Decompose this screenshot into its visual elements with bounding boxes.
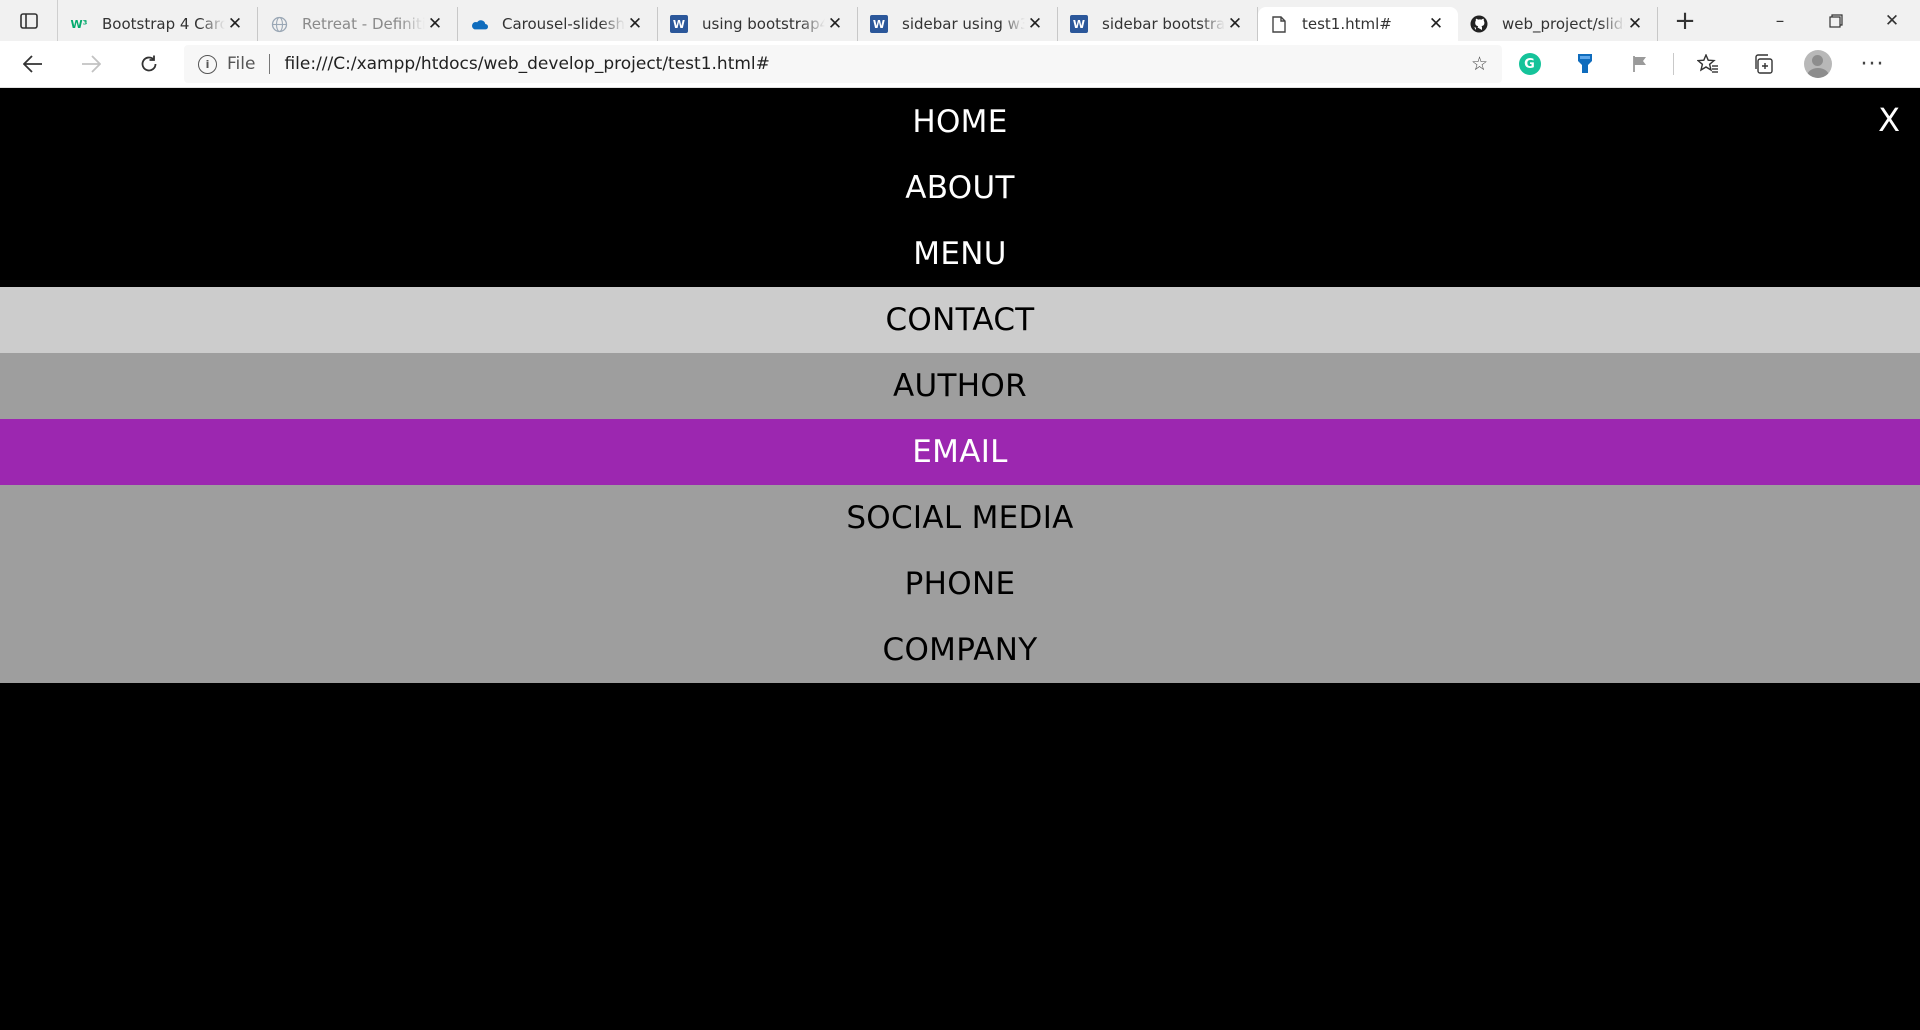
close-tab-icon[interactable]: ✕ bbox=[1025, 14, 1045, 34]
menu-item-author[interactable]: AUTHOR bbox=[0, 353, 1920, 419]
tab-actions-button[interactable] bbox=[0, 0, 58, 41]
tab-1[interactable]: Retreat - Definitic ✕ bbox=[258, 7, 458, 41]
menu-item-about[interactable]: ABOUT bbox=[0, 155, 1920, 221]
close-window-icon[interactable]: ✕ bbox=[1864, 0, 1920, 41]
back-button[interactable] bbox=[8, 44, 58, 84]
tab-2[interactable]: Carousel-slidesho ✕ bbox=[458, 7, 658, 41]
favorites-icon bbox=[1696, 54, 1718, 73]
tab-title: Retreat - Definitic bbox=[302, 15, 425, 33]
grammarly-extension[interactable]: G bbox=[1502, 44, 1557, 84]
info-icon[interactable]: i bbox=[198, 54, 217, 74]
collections-button[interactable] bbox=[1735, 44, 1790, 84]
menu-item-home[interactable]: HOME bbox=[0, 89, 1920, 155]
close-tab-icon[interactable]: ✕ bbox=[425, 14, 445, 34]
close-tab-icon[interactable]: ✕ bbox=[1426, 14, 1446, 34]
close-tab-icon[interactable]: ✕ bbox=[1225, 14, 1245, 34]
file-icon bbox=[1270, 15, 1288, 33]
address-bar[interactable]: i File file:///C:/xampp/htdocs/web_devel… bbox=[184, 45, 1502, 83]
tab-actions-icon bbox=[19, 12, 38, 29]
restore-icon[interactable] bbox=[1808, 0, 1864, 41]
tab-title: Carousel-slidesho bbox=[502, 15, 625, 33]
tab-5[interactable]: W sidebar bootstrap ✕ bbox=[1058, 7, 1258, 41]
github-icon bbox=[1470, 15, 1488, 33]
tab-title: sidebar bootstrap bbox=[1102, 15, 1225, 33]
tab-title: Bootstrap 4 Carou bbox=[102, 15, 225, 33]
tab-7[interactable]: web_project/slide ✕ bbox=[1458, 7, 1658, 41]
back-arrow-icon bbox=[23, 55, 42, 73]
window-controls: – ✕ bbox=[1752, 0, 1920, 41]
word-icon: W bbox=[670, 15, 688, 33]
menu-item-social-media[interactable]: SOCIAL MEDIA bbox=[0, 485, 1920, 551]
extension-button[interactable] bbox=[1557, 44, 1612, 84]
trophy-extension-icon bbox=[1577, 54, 1592, 73]
forward-arrow-icon bbox=[82, 55, 101, 73]
avatar bbox=[1803, 50, 1832, 78]
tab-title: web_project/slide bbox=[1502, 15, 1625, 33]
close-menu-button[interactable]: X bbox=[1878, 101, 1900, 139]
flag-extension-button[interactable] bbox=[1612, 44, 1667, 84]
close-tab-icon[interactable]: ✕ bbox=[825, 14, 845, 34]
new-tab-button[interactable]: + bbox=[1662, 4, 1708, 38]
toolbar-divider bbox=[1673, 53, 1674, 75]
globe-icon bbox=[270, 15, 288, 33]
url-text[interactable]: file:///C:/xampp/htdocs/web_develop_proj… bbox=[284, 54, 1471, 74]
favorites-button[interactable] bbox=[1680, 44, 1735, 84]
tab-6-active[interactable]: test1.html# ✕ bbox=[1258, 7, 1458, 41]
menu-item-menu[interactable]: MENU bbox=[0, 221, 1920, 287]
minimize-icon[interactable]: – bbox=[1752, 0, 1808, 41]
overlay-menu: HOME ABOUT MENU CONTACT AUTHOR EMAIL SOC… bbox=[0, 89, 1920, 683]
page-viewport: HOME ABOUT MENU CONTACT AUTHOR EMAIL SOC… bbox=[0, 89, 1920, 1030]
close-tab-icon[interactable]: ✕ bbox=[225, 14, 245, 34]
menu-item-email[interactable]: EMAIL bbox=[0, 419, 1920, 485]
w3schools-icon: W³ bbox=[70, 17, 88, 31]
onedrive-icon bbox=[470, 15, 488, 33]
browser-toolbar: i File file:///C:/xampp/htdocs/web_devel… bbox=[0, 41, 1920, 88]
tab-strip: W³ Bootstrap 4 Carou ✕ Retreat - Definit… bbox=[0, 0, 1920, 41]
menu-item-company[interactable]: COMPANY bbox=[0, 617, 1920, 683]
more-icon: ··· bbox=[1860, 51, 1885, 77]
word-icon: W bbox=[1070, 15, 1088, 33]
tab-title: sidebar using w3. bbox=[902, 15, 1025, 33]
refresh-button[interactable] bbox=[124, 44, 174, 84]
close-tab-icon[interactable]: ✕ bbox=[1625, 14, 1645, 34]
tab-3[interactable]: W using bootstrap4. ✕ bbox=[658, 7, 858, 41]
refresh-icon bbox=[141, 55, 157, 72]
menu-item-contact[interactable]: CONTACT bbox=[0, 287, 1920, 353]
tab-title: test1.html# bbox=[1302, 15, 1392, 33]
forward-button[interactable] bbox=[66, 44, 116, 84]
scheme-label: File bbox=[227, 54, 256, 74]
address-separator bbox=[269, 54, 271, 74]
menu-item-phone[interactable]: PHONE bbox=[0, 551, 1920, 617]
flag-icon bbox=[1632, 56, 1646, 72]
collections-icon bbox=[1754, 54, 1773, 74]
word-icon: W bbox=[870, 15, 888, 33]
tab-4[interactable]: W sidebar using w3. ✕ bbox=[858, 7, 1058, 41]
settings-more-button[interactable]: ··· bbox=[1845, 44, 1900, 84]
profile-button[interactable] bbox=[1790, 44, 1845, 84]
tab-0[interactable]: W³ Bootstrap 4 Carou ✕ bbox=[58, 7, 258, 41]
close-tab-icon[interactable]: ✕ bbox=[625, 14, 645, 34]
grammarly-icon: G bbox=[1518, 53, 1541, 75]
add-favorite-icon[interactable]: ☆ bbox=[1471, 53, 1488, 75]
tab-title: using bootstrap4. bbox=[702, 15, 825, 33]
